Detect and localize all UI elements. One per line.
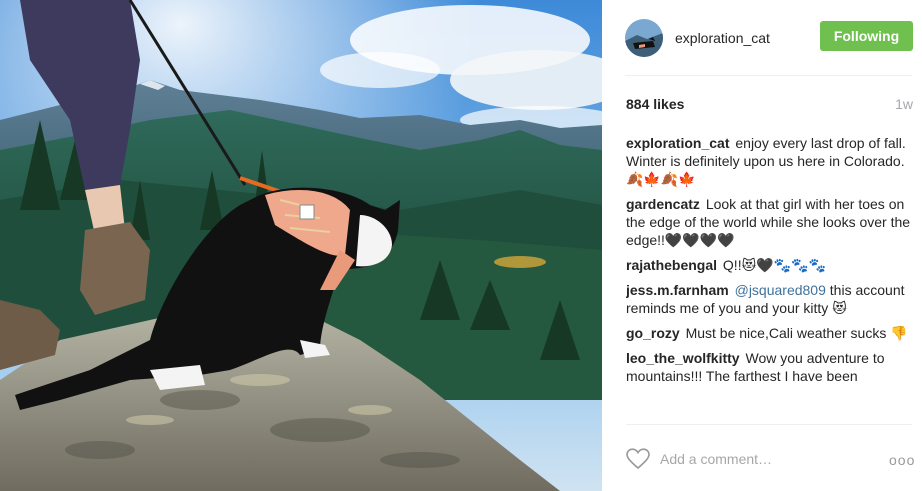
comment-item: exploration_cat enjoy every last drop of… bbox=[626, 134, 912, 188]
following-button[interactable]: Following bbox=[820, 21, 913, 51]
avatar[interactable] bbox=[625, 19, 663, 57]
comments-list[interactable]: exploration_cat enjoy every last drop of… bbox=[626, 134, 912, 421]
post-photo[interactable] bbox=[0, 0, 602, 491]
comment-text: Q!!😻🖤🐾🐾🐾 bbox=[722, 257, 826, 273]
comment-item: go_rozy Must be nice,Cali weather sucks … bbox=[626, 324, 912, 342]
comment-item: gardencatz Look at that girl with her to… bbox=[626, 195, 912, 249]
post-header: exploration_cat Following bbox=[602, 0, 922, 76]
add-comment-input[interactable] bbox=[660, 447, 880, 471]
divider bbox=[626, 424, 912, 425]
post-time[interactable]: 1w bbox=[895, 96, 913, 112]
more-options-icon[interactable]: ooo bbox=[889, 452, 915, 468]
comment-username[interactable]: gardencatz bbox=[626, 196, 700, 212]
comment-username[interactable]: exploration_cat bbox=[626, 135, 729, 151]
divider bbox=[625, 75, 912, 76]
comment-item: jess.m.farnham @jsquared809 this account… bbox=[626, 281, 912, 317]
comment-item: rajathebengal Q!!😻🖤🐾🐾🐾 bbox=[626, 256, 912, 274]
comment-username[interactable]: jess.m.farnham bbox=[626, 282, 729, 298]
comment-footer: ooo bbox=[626, 446, 916, 472]
comment-mention[interactable]: @jsquared809 bbox=[735, 282, 826, 298]
likes-row: 884 likes 1w bbox=[626, 96, 913, 112]
author-username[interactable]: exploration_cat bbox=[675, 30, 770, 46]
likes-count[interactable]: 884 likes bbox=[626, 96, 684, 112]
post-sidebar: exploration_cat Following 884 likes 1w e… bbox=[602, 0, 922, 491]
comment-item: leo_the_wolfkitty Wow you adventure to m… bbox=[626, 349, 912, 385]
heart-icon[interactable] bbox=[626, 448, 650, 470]
comment-text: Must be nice,Cali weather sucks 👎 bbox=[685, 325, 908, 341]
comment-username[interactable]: leo_the_wolfkitty bbox=[626, 350, 740, 366]
comment-username[interactable]: rajathebengal bbox=[626, 257, 717, 273]
comment-username[interactable]: go_rozy bbox=[626, 325, 680, 341]
